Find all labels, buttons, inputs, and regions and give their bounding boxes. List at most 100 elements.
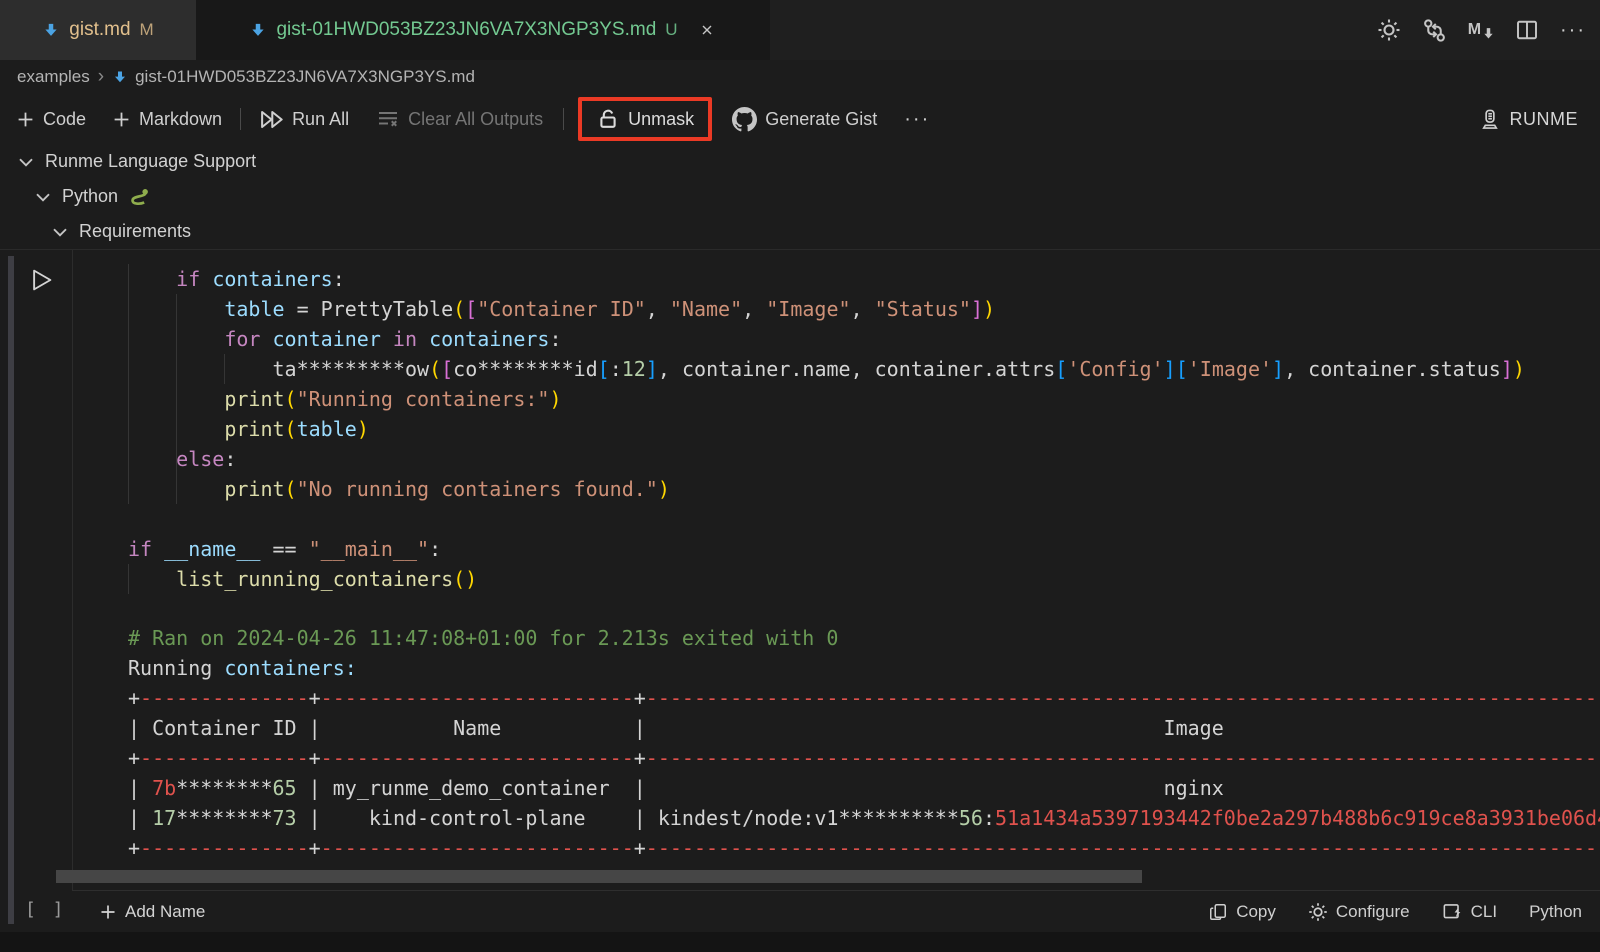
unmask-label: Unmask	[628, 109, 694, 130]
cell-output: # Ran on 2024-04-26 11:47:08+01:00 for 2…	[73, 623, 1600, 863]
tab-gist-md[interactable]: gist.md M	[0, 0, 196, 60]
run-all-icon	[259, 107, 284, 132]
section-python[interactable]: Python	[0, 179, 1600, 214]
kernel-label: Python	[1529, 902, 1582, 922]
preview-letter: M	[1468, 21, 1481, 39]
chevron-down-icon	[33, 187, 53, 207]
run-all-label: Run All	[292, 109, 349, 130]
copy-label: Copy	[1236, 902, 1276, 922]
notebook-toolbar: Code Markdown Run All Clear All Outputs …	[0, 94, 1600, 144]
gear-icon	[1308, 902, 1328, 922]
code-line: print("Running containers:")	[128, 384, 1600, 414]
breadcrumb-file[interactable]: gist-01HWD053BZ23JN6VA7X3NGP3YS.md	[112, 67, 475, 87]
output-line: +--------------+------------------------…	[128, 683, 1600, 713]
tab-label: gist.md	[69, 19, 130, 41]
generate-gist-button[interactable]: Generate Gist	[732, 107, 877, 132]
chevron-right-icon: ›	[98, 66, 104, 88]
code-line: else:	[128, 444, 1600, 474]
untracked-badge: U	[665, 20, 677, 40]
kernel-python-button[interactable]: Python	[1529, 902, 1582, 922]
cell-status-actions: Copy Configure CLI Python	[1208, 901, 1600, 922]
breadcrumb-file-label: gist-01HWD053BZ23JN6VA7X3NGP3YS.md	[135, 67, 475, 87]
toolbar-separator	[240, 108, 241, 130]
clear-all-outputs-button[interactable]: Clear All Outputs	[376, 107, 543, 131]
plus-icon	[99, 903, 117, 921]
split-editor-icon[interactable]	[1515, 18, 1539, 42]
indent-guide	[176, 294, 177, 504]
terminal-bolt-icon	[1442, 901, 1463, 922]
editor-actions: M ···	[1377, 0, 1586, 60]
breadcrumb: examples › gist-01HWD053BZ23JN6VA7X3NGP3…	[0, 60, 1600, 94]
tab-label: gist-01HWD053BZ23JN6VA7X3NGP3YS.md	[276, 19, 656, 41]
section-requirements[interactable]: Requirements	[0, 214, 1600, 249]
gear-icon[interactable]	[1377, 18, 1401, 42]
markdown-file-icon	[249, 21, 267, 39]
output-line: Running containers:	[128, 653, 1600, 683]
runme-label: RUNME	[1510, 109, 1579, 130]
code-line: for container in containers:	[128, 324, 1600, 354]
markdown-file-icon	[42, 21, 60, 39]
section-label: Requirements	[79, 221, 191, 242]
add-code-label: Code	[43, 109, 86, 130]
add-markdown-button[interactable]: Markdown	[112, 109, 222, 130]
tab-bar: gist.md M gist-01HWD053BZ23JN6VA7X3NGP3Y…	[0, 0, 1600, 60]
unmask-button[interactable]: Unmask	[596, 107, 694, 131]
modified-badge: M	[140, 20, 154, 40]
more-actions-icon[interactable]: ···	[1560, 19, 1586, 42]
code-line	[128, 504, 1600, 534]
cell-json-brackets-button[interactable]: [ ]	[25, 899, 67, 920]
horizontal-scrollbar[interactable]	[56, 870, 1142, 883]
plus-icon	[16, 110, 35, 129]
run-cell-button[interactable]	[26, 265, 56, 295]
code-editor[interactable]: if containers: table = PrettyTable(["Con…	[73, 250, 1600, 594]
tab-gist-generated-md[interactable]: gist-01HWD053BZ23JN6VA7X3NGP3YS.md U	[196, 0, 770, 60]
copy-icon	[1208, 902, 1228, 922]
section-label: Runme Language Support	[45, 151, 256, 172]
cell-focus-indicator[interactable]	[8, 256, 14, 924]
code-line: ta*********ow([co********id[:12], contai…	[128, 354, 1600, 384]
code-line: list_running_containers()	[128, 564, 1600, 594]
toolbar-separator	[563, 108, 564, 130]
more-actions-icon[interactable]: ···	[904, 108, 930, 131]
chevron-down-icon	[16, 152, 36, 172]
cell-editor-region: if containers: table = PrettyTable(["Con…	[72, 250, 1600, 932]
configure-button[interactable]: Configure	[1308, 902, 1410, 922]
run-all-button[interactable]: Run All	[259, 107, 349, 132]
play-icon	[26, 265, 56, 295]
runme-icon	[1479, 108, 1501, 130]
add-name-label: Add Name	[125, 902, 205, 922]
configure-label: Configure	[1336, 902, 1410, 922]
output-line: | 17********73 | kind-control-plane | ki…	[128, 803, 1600, 833]
section-runme-language-support[interactable]: Runme Language Support	[0, 144, 1600, 179]
clear-all-icon	[376, 107, 400, 131]
chevron-down-icon	[50, 222, 70, 242]
add-markdown-label: Markdown	[139, 109, 222, 130]
clear-all-outputs-label: Clear All Outputs	[408, 109, 543, 130]
plus-icon	[112, 110, 131, 129]
output-line: | Container ID | Name | Image	[128, 713, 1600, 743]
code-line: if __name__ == "__main__":	[128, 534, 1600, 564]
close-icon[interactable]	[697, 20, 717, 40]
output-line: # Ran on 2024-04-26 11:47:08+01:00 for 2…	[128, 623, 1600, 653]
cell-status-bar: Add Name Copy Configure CLI Python	[72, 890, 1600, 932]
code-line: if containers:	[128, 264, 1600, 294]
generate-gist-label: Generate Gist	[765, 109, 877, 130]
output-line: +--------------+------------------------…	[128, 833, 1600, 863]
output-line: +--------------+------------------------…	[128, 743, 1600, 773]
compare-changes-icon[interactable]	[1422, 18, 1447, 43]
code-line: print("No running containers found.")	[128, 474, 1600, 504]
runme-brand: RUNME	[1479, 108, 1600, 130]
section-label: Python	[62, 186, 118, 207]
add-code-button[interactable]: Code	[16, 109, 86, 130]
breadcrumb-folder[interactable]: examples	[17, 67, 90, 87]
indent-guide	[128, 264, 129, 504]
indent-guide	[224, 354, 225, 384]
cli-button[interactable]: CLI	[1442, 901, 1497, 922]
unmask-highlight-box: Unmask	[578, 97, 712, 141]
unlock-icon	[596, 107, 620, 131]
markdown-preview-icon[interactable]: M	[1468, 21, 1494, 39]
add-name-button[interactable]: Add Name	[99, 902, 205, 922]
code-line: table = PrettyTable(["Container ID", "Na…	[128, 294, 1600, 324]
copy-button[interactable]: Copy	[1208, 902, 1276, 922]
code-line: print(table)	[128, 414, 1600, 444]
